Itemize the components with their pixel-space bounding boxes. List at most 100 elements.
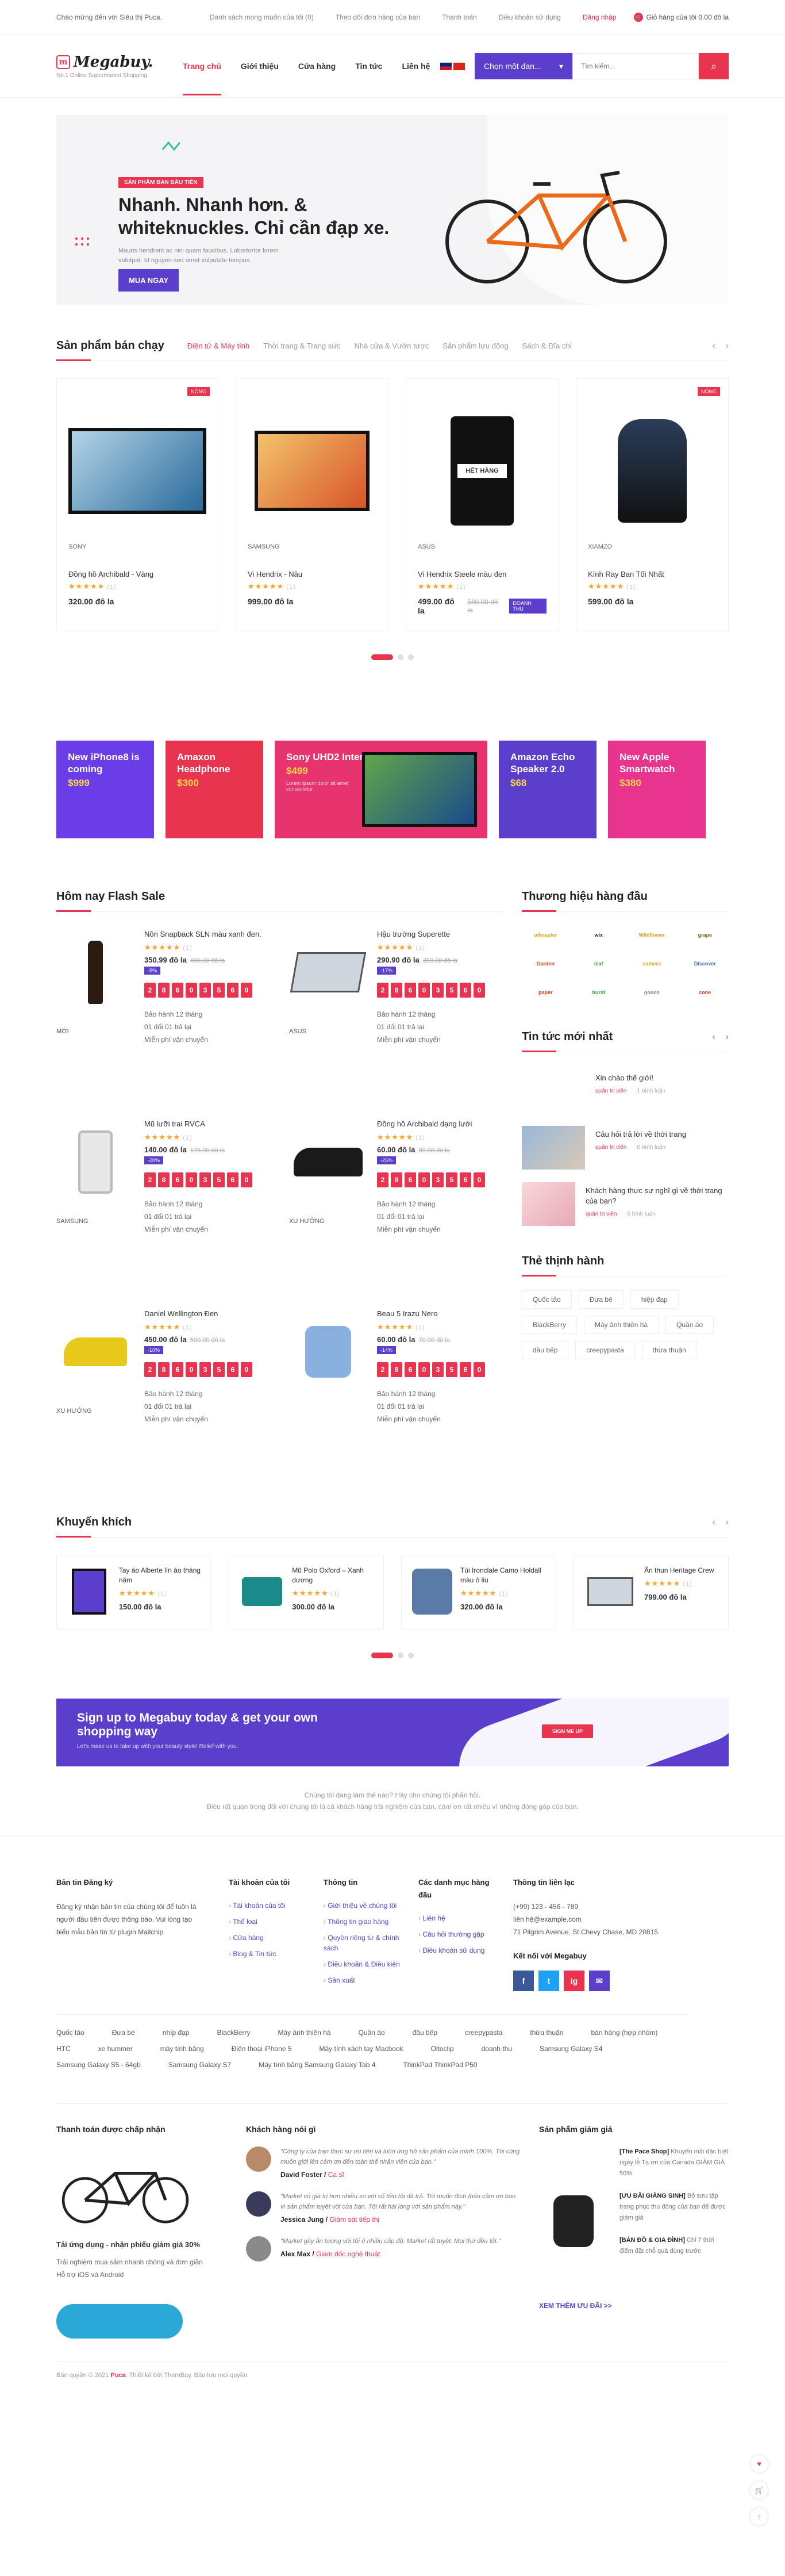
footer-tag[interactable]: creepypasta (465, 2029, 502, 2037)
mail-icon[interactable]: ✉ (589, 1971, 610, 1991)
next-arrow-icon[interactable]: › (726, 341, 729, 351)
prev-arrow-icon[interactable]: ‹ (712, 341, 715, 351)
promo-banner-iphone[interactable]: New iPhone8 is coming $999 (56, 741, 154, 838)
brand-logo[interactable]: Garden (522, 954, 569, 973)
facebook-icon[interactable]: f (513, 1971, 534, 1991)
footer-tag[interactable]: Quần áo (359, 2029, 385, 2037)
carousel-dot[interactable] (398, 1653, 403, 1658)
product-image[interactable] (240, 1566, 284, 1617)
footer-tag[interactable]: Oltoclip (431, 2045, 454, 2053)
twitter-icon[interactable]: t (538, 1971, 559, 1991)
brand-logo[interactable]: grape (682, 926, 729, 944)
flash-item[interactable]: SAMSUNG Mũ lưỡi trai RVCA ★★★★★ (1) 140.00 … (56, 1119, 272, 1309)
footer-tag[interactable]: thừa thuận (530, 2029, 563, 2037)
nav-about[interactable]: Giới thiệu (241, 62, 279, 71)
product-image[interactable] (67, 1566, 111, 1617)
footer-tag[interactable]: đầu bếp (413, 2029, 437, 2037)
news-image[interactable] (522, 1182, 575, 1226)
discount-item[interactable]: [The Pace Shop] Khuyến mãi đặc biệt ngày… (619, 2146, 729, 2179)
product-card[interactable]: NÓNG XIAMZO Kính Ray Ban Tối Nhất ★★★★★(… (576, 378, 729, 631)
flash-item[interactable]: MỚI Nồn Snapback SLN màu xanh đen. ★★★★★(… (56, 929, 272, 1119)
footer-tag[interactable]: Samsung Galaxy S5 - 64gb (56, 2061, 141, 2069)
product-image[interactable]: ASUS (289, 929, 367, 1035)
footer-tag[interactable]: xe hummer (98, 2045, 133, 2053)
order-tracking-link[interactable]: Theo dõi đơn hàng của bạn (336, 13, 420, 21)
footer-link[interactable]: Giới thiệu về chúng tôi (324, 1900, 401, 1911)
product-name[interactable]: Ấn thun Heritage Crew (644, 1566, 714, 1575)
flash-item[interactable]: Beau 5 Irazu Nero ★★★★★ (1) 60.00 đô la 70.0… (289, 1309, 505, 1498)
promo-product[interactable]: Túi Ironclale Camo Holdall màu ô liu ★★★★… (401, 1555, 556, 1630)
search-button[interactable]: ⌕ (699, 53, 729, 79)
promo-product[interactable]: Ấn thun Heritage Crew ★★★★★ (1) 799.00 đô l… (574, 1555, 729, 1630)
brand-logo[interactable]: Wildflower (628, 926, 676, 944)
news-title[interactable]: Khách hàng thực sự nghĩ gì về thời trang… (586, 1186, 729, 1206)
footer-link[interactable]: Cửa hàng (229, 1933, 324, 1943)
footer-tag[interactable]: Máy ảnh thiên hà (278, 2029, 331, 2037)
discount-item[interactable]: [ƯU ĐÃI GIẢNG SINH] Bỏ sưu tập trang phụ… (619, 2191, 729, 2224)
product-name[interactable]: Vi Hendrix Steele màu đen (418, 570, 547, 578)
nav-contact[interactable]: Liên hệ (402, 62, 430, 71)
product-image[interactable] (248, 402, 376, 540)
tag[interactable]: BlackBerry (522, 1316, 578, 1334)
footer-tag[interactable]: Samsung Galaxy S4 (540, 2045, 602, 2053)
mini-cart[interactable]: 🛒 Giỏ hàng của tôi 0.00 đô la (633, 13, 729, 22)
footer-link[interactable]: Câu hỏi thường gặp (418, 1929, 496, 1939)
footer-link[interactable]: Sản xuất (324, 1975, 401, 1985)
contact-phone[interactable]: (+99) 123 - 456 - 789 (513, 1900, 686, 1913)
footer-link[interactable]: Liên hệ (418, 1913, 496, 1923)
news-item[interactable]: Xin chào thế giới! quản trị viên 1 bình lu… (522, 1070, 729, 1113)
flag-en-icon[interactable] (440, 62, 452, 70)
product-name[interactable]: Kính Ray Ban Tối Nhất (588, 570, 717, 578)
search-category-select[interactable]: Chọn một dan... ▾ (475, 53, 572, 79)
signup-button[interactable]: SIGN ME UP (542, 1724, 594, 1738)
footer-tag[interactable]: Quốc tảo (56, 2029, 84, 2037)
promo-banner-tv[interactable]: Sony UHD2 Internet TV. $499 Lorem ipsum do… (275, 741, 487, 838)
product-image[interactable]: XU HƯỚNG (56, 1309, 134, 1414)
product-image[interactable]: SAMSUNG (56, 1119, 134, 1225)
product-name[interactable]: Túi Ironclale Camo Holdall màu ô liu (460, 1566, 545, 1585)
terms-link[interactable]: Điều khoản sử dụng (499, 13, 561, 21)
tag[interactable]: Đưa bé (578, 1290, 624, 1309)
news-item[interactable]: Câu hỏi trả lời về thời trang quản trị vi… (522, 1126, 729, 1170)
tag[interactable]: hiệp đạp (630, 1290, 679, 1309)
nav-news[interactable]: Tin tức (355, 62, 382, 71)
carousel-dot[interactable] (371, 1653, 393, 1658)
product-card[interactable]: NÓNG SONY Đồng hồ Archibald - Vàng ★★★★★… (56, 378, 218, 631)
brand-logo[interactable]: oilmaster (522, 926, 569, 944)
product-image[interactable]: HẾT HÀNG (418, 402, 547, 540)
carousel-dot[interactable] (408, 654, 414, 660)
brand-logo[interactable]: cone (682, 983, 729, 1002)
flash-item[interactable]: ASUS Hậu trường Superette ★★★★★ (1) 290.90 … (289, 929, 505, 1119)
product-name[interactable]: Tay áo Alberte lìn ào tháng năm (119, 1566, 201, 1585)
tag[interactable]: thừa thuận (641, 1341, 697, 1359)
product-card[interactable]: SAMSUNG Vi Hendrix - Nâu ★★★★★ (1) 999.00… (236, 378, 388, 631)
carousel-dot[interactable] (398, 654, 403, 660)
product-name[interactable]: Đồng hồ Archibald dạng lưới (377, 1119, 505, 1129)
product-image[interactable] (584, 1566, 636, 1617)
promo-banner-watch[interactable]: New Apple Smartwatch $380 (608, 741, 706, 838)
footer-link[interactable]: Điều khoản sử dụng (418, 1945, 496, 1956)
product-image[interactable]: MỚI (56, 929, 134, 1035)
product-name[interactable]: Đồng hồ Archibald - Vàng (68, 570, 206, 578)
product-card[interactable]: HẾT HÀNG ASUS Vi Hendrix Steele màu đen … (406, 378, 559, 631)
product-image[interactable] (588, 402, 717, 540)
footer-link[interactable]: Blog & Tin tức (229, 1949, 324, 1959)
logo[interactable]: m Megabuy. No.1 Online Supermarket Shoppi… (56, 53, 183, 79)
search-input[interactable] (572, 53, 699, 79)
product-image[interactable]: XU HƯỚNG (289, 1119, 367, 1225)
instagram-icon[interactable]: ig (564, 1971, 584, 1991)
flag-vn-icon[interactable] (453, 62, 465, 70)
product-name[interactable]: Mũ Polo Oxford – Xanh dương (292, 1566, 373, 1585)
footer-tag[interactable]: bán hàng (hợp nhóm) (591, 2029, 657, 2037)
carousel-dot[interactable] (371, 654, 393, 660)
product-name[interactable]: Nồn Snapback SLN màu xanh đen. (144, 929, 272, 940)
hero-shop-button[interactable]: MUA NGAY (118, 269, 179, 292)
wishlist-link[interactable]: Danh sách mong muốn của tôi (0) (210, 13, 314, 21)
next-arrow-icon[interactable]: › (726, 1032, 729, 1042)
tab-books[interactable]: Sách & Đĩa chỉ (522, 342, 572, 350)
news-title[interactable]: Câu hỏi trả lời về thời trang (595, 1129, 686, 1140)
flash-item[interactable]: XU HƯỚNG Daniel Wellington Đen ★★★★★ (1) 45… (56, 1309, 272, 1498)
more-deals-link[interactable]: XEM THÊM ƯU ĐÃI >> (539, 2302, 729, 2310)
prev-arrow-icon[interactable]: ‹ (712, 1517, 715, 1528)
tag[interactable]: Quần áo (665, 1316, 714, 1334)
